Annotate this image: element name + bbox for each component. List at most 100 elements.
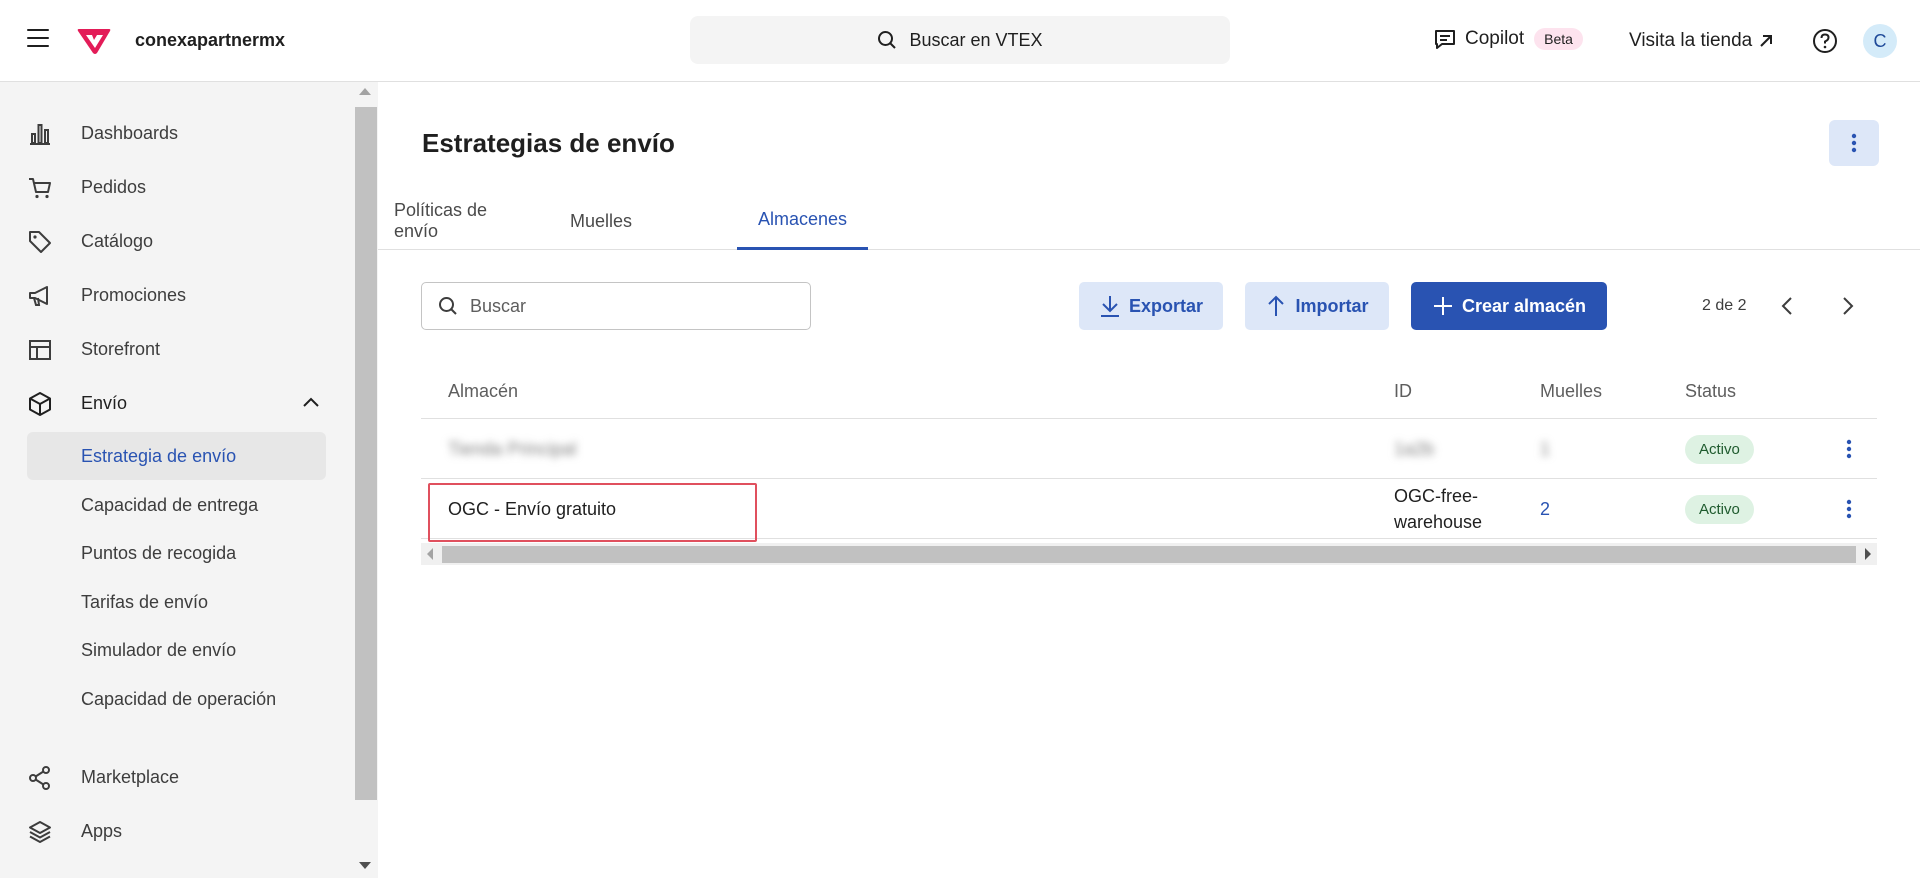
- chevron-up-icon[interactable]: [302, 396, 320, 408]
- table-scrollbar-thumb[interactable]: [442, 546, 1856, 563]
- tab-muelles[interactable]: Muelles: [554, 192, 648, 250]
- box-icon: [29, 392, 51, 416]
- column-header-status[interactable]: Status: [1685, 364, 1736, 418]
- sidebar-subitem-capacidad-entrega[interactable]: Capacidad de entrega: [27, 481, 326, 529]
- search-icon: [439, 297, 457, 315]
- sidebar-item-label: Pedidos: [81, 176, 147, 197]
- sidebar-item-catalogo[interactable]: Catálogo: [0, 216, 356, 266]
- search-field[interactable]: [421, 282, 811, 330]
- sidebar-subitem-label: Puntos de recogida: [81, 542, 237, 563]
- sidebar-scrollbar-thumb[interactable]: [355, 107, 377, 800]
- help-icon[interactable]: [1812, 28, 1838, 54]
- tabs: Políticas de envío Muelles Almacenes: [378, 192, 1920, 250]
- global-search[interactable]: Buscar en VTEX: [690, 16, 1230, 64]
- scroll-up-arrow-icon[interactable]: [359, 88, 371, 95]
- sidebar-subitem-capacidad-operacion[interactable]: Capacidad de operación: [27, 675, 326, 723]
- tab-almacenes[interactable]: Almacenes: [737, 192, 868, 250]
- search-input[interactable]: [470, 295, 790, 317]
- page-actions-button[interactable]: [1829, 120, 1879, 166]
- scroll-left-arrow-icon[interactable]: [427, 548, 433, 560]
- sidebar-item-marketplace[interactable]: Marketplace: [0, 752, 356, 802]
- row-actions-button[interactable]: [1846, 479, 1852, 539]
- tag-icon: [29, 231, 51, 253]
- row-actions-button[interactable]: [1846, 419, 1852, 479]
- export-label: Exportar: [1128, 295, 1204, 316]
- layers-icon: [29, 821, 51, 843]
- sidebar-subitem-label: Capacidad de operación: [81, 688, 277, 709]
- warehouse-id-line2: warehouse: [1394, 512, 1483, 532]
- global-search-label: Buscar en VTEX: [909, 29, 1043, 50]
- warehouse-docks[interactable]: 1: [1540, 419, 1550, 479]
- bar-chart-icon: [30, 124, 50, 145]
- page-title: Estrategias de envío: [422, 128, 675, 158]
- share-icon: [29, 766, 50, 790]
- column-header-muelles[interactable]: Muelles: [1540, 364, 1602, 418]
- import-button[interactable]: Importar: [1245, 282, 1389, 330]
- account-name: conexapartnermx: [135, 30, 286, 50]
- sidebar-subitem-simulador[interactable]: Simulador de envío: [27, 626, 326, 674]
- visit-store-link[interactable]: Visita la tienda: [1629, 30, 1774, 52]
- create-warehouse-label: Crear almacén: [1461, 295, 1587, 316]
- warehouse-name[interactable]: Tienda Principal: [448, 419, 576, 479]
- column-header-id[interactable]: ID: [1394, 364, 1412, 418]
- sidebar: Dashboards Pedidos Catálogo Promociones …: [0, 82, 356, 878]
- sidebar-item-label: Envío: [81, 392, 128, 413]
- pagination-text: 2 de 2: [1702, 297, 1747, 314]
- beta-badge: Beta: [1534, 28, 1583, 50]
- table-row[interactable]: Tienda Principal 1a2b 1 Activo: [421, 419, 1877, 479]
- external-link-icon: [1760, 35, 1773, 47]
- megaphone-icon: [29, 286, 48, 306]
- more-vertical-icon: [1851, 133, 1857, 153]
- sidebar-item-dashboards[interactable]: Dashboards: [0, 108, 356, 158]
- warehouse-id: 1a2b: [1394, 438, 1435, 459]
- cart-icon: [29, 178, 51, 199]
- search-icon: [878, 31, 897, 49]
- warehouse-id: OGC-free- warehouse: [1394, 479, 1482, 539]
- sidebar-subitem-label: Estrategia de envío: [81, 445, 237, 466]
- sidebar-item-apps[interactable]: Apps: [0, 806, 356, 856]
- sidebar-item-storefront[interactable]: Storefront: [0, 324, 356, 374]
- status-badge: Activo: [1685, 434, 1754, 464]
- sidebar-subitem-estrategia[interactable]: Estrategia de envío: [27, 432, 326, 480]
- copilot-label: Copilot: [1465, 28, 1525, 49]
- sidebar-subitem-puntos-recogida[interactable]: Puntos de recogida: [27, 529, 326, 577]
- create-warehouse-button[interactable]: Crear almacén: [1411, 282, 1607, 330]
- arrow-up-icon: [1268, 295, 1285, 316]
- sidebar-item-label: Promociones: [81, 284, 187, 305]
- sidebar-item-label: Marketplace: [81, 766, 180, 787]
- vtex-logo[interactable]: [77, 27, 111, 55]
- warehouse-docks-link[interactable]: 2: [1540, 479, 1550, 539]
- avatar[interactable]: C: [1863, 24, 1897, 58]
- chevron-left-icon: [1781, 297, 1792, 315]
- table-horizontal-scrollbar[interactable]: [421, 543, 1877, 565]
- download-icon: [1100, 296, 1119, 317]
- column-header-almacen[interactable]: Almacén: [448, 364, 518, 418]
- copilot-button[interactable]: Copilot Beta: [1433, 27, 1583, 51]
- scroll-down-arrow-icon[interactable]: [359, 862, 371, 869]
- sidebar-item-envio[interactable]: Envío: [0, 378, 356, 428]
- warehouse-name[interactable]: OGC - Envío gratuito: [448, 479, 616, 539]
- menu-icon[interactable]: [27, 29, 49, 51]
- more-vertical-icon: [1846, 439, 1852, 459]
- sidebar-item-label: Catálogo: [81, 230, 154, 251]
- plus-icon: [1433, 297, 1452, 315]
- more-vertical-icon: [1846, 499, 1852, 519]
- status-badge: Activo: [1685, 494, 1754, 524]
- warehouse-id-line1: OGC-free-: [1394, 486, 1479, 506]
- tab-politicas[interactable]: Políticas de envío: [394, 192, 534, 250]
- visit-store-label: Visita la tienda: [1629, 30, 1753, 51]
- export-button[interactable]: Exportar: [1079, 282, 1223, 330]
- sidebar-item-label: Dashboards: [81, 122, 179, 143]
- scroll-right-arrow-icon[interactable]: [1865, 548, 1871, 560]
- sidebar-item-promociones[interactable]: Promociones: [0, 270, 356, 320]
- sidebar-subitem-label: Tarifas de envío: [81, 591, 209, 612]
- sidebar-subitem-tarifas[interactable]: Tarifas de envío: [27, 578, 326, 626]
- sidebar-subitem-label: Capacidad de entrega: [81, 494, 259, 515]
- sidebar-item-pedidos[interactable]: Pedidos: [0, 162, 356, 212]
- import-label: Importar: [1295, 295, 1369, 316]
- next-page-button[interactable]: [1834, 292, 1862, 320]
- chevron-right-icon: [1843, 297, 1854, 315]
- sidebar-item-label: Storefront: [81, 338, 161, 359]
- previous-page-button[interactable]: [1773, 292, 1801, 320]
- table-row[interactable]: OGC - Envío gratuito OGC-free- warehouse…: [421, 479, 1877, 539]
